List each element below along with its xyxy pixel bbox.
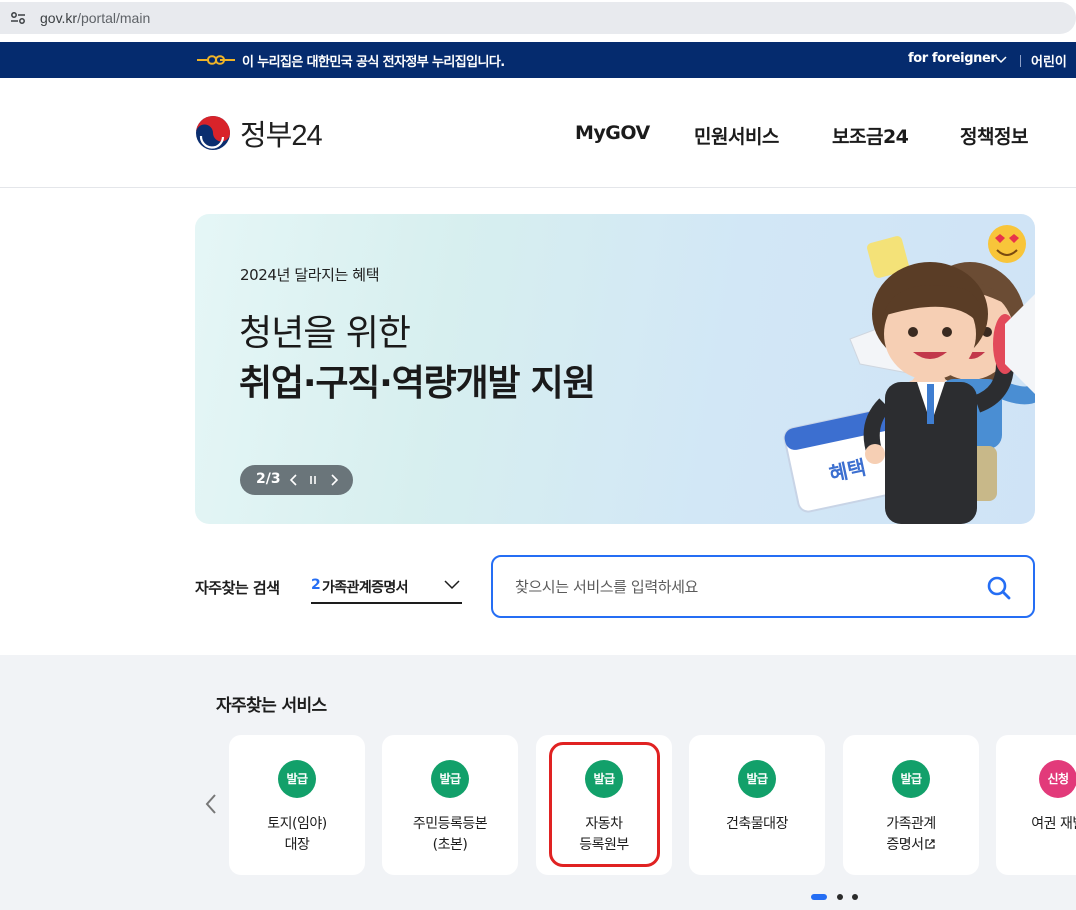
selected-rank: 2 bbox=[311, 577, 321, 593]
url-text: gov.kr/portal/main bbox=[40, 10, 150, 26]
hero-man-illustration bbox=[863, 262, 1035, 524]
issue-badge: 발급 bbox=[431, 760, 469, 798]
gov-symbol-icon bbox=[197, 55, 235, 65]
service-card-vehicle-registration[interactable]: 발급 자동차 등록원부 bbox=[536, 735, 672, 875]
nav-policy-info[interactable]: 정책정보 bbox=[960, 122, 1028, 149]
url-domain: gov.kr bbox=[40, 10, 78, 26]
taegeuk-logo-icon[interactable] bbox=[195, 115, 231, 151]
url-path: /portal/main bbox=[77, 10, 151, 26]
chevron-down-icon[interactable] bbox=[444, 578, 460, 590]
search-icon[interactable] bbox=[986, 575, 1012, 601]
gov-banner-text: 이 누리집은 대한민국 공식 전자정부 누리집입니다. bbox=[242, 55, 505, 70]
service-card-label-line2-wrap: 증명서 bbox=[843, 835, 979, 856]
services-title: 자주찾는 서비스 bbox=[216, 696, 327, 716]
service-card-label: 주민등록등본 (초본) bbox=[382, 814, 518, 856]
service-card-passport-reissue[interactable]: 신청 여권 재발 bbox=[996, 735, 1076, 875]
banner-divider bbox=[1020, 55, 1021, 67]
nav-mygov[interactable]: MyGOV bbox=[575, 122, 650, 144]
service-card-label-line2: 등록원부 bbox=[579, 837, 629, 853]
service-card-label-line1: 토지(임야) bbox=[267, 816, 327, 832]
pause-icon[interactable] bbox=[303, 469, 323, 491]
service-card-family-certificate[interactable]: 발급 가족관계 증명서 bbox=[843, 735, 979, 875]
hero-banner[interactable]: 2024년 달라지는 혜택 청년을 위한 취업·구직·역량개발 지원 2/3 혜… bbox=[195, 214, 1035, 524]
service-card-label: 자동차 등록원부 bbox=[536, 814, 672, 856]
issue-badge: 발급 bbox=[585, 760, 623, 798]
apply-badge: 신청 bbox=[1039, 760, 1076, 798]
logo-text[interactable]: 정부24 bbox=[240, 112, 323, 154]
hero-title-line1: 청년을 위한 bbox=[239, 313, 411, 354]
frequent-search-label: 자주찾는 검색 bbox=[195, 579, 280, 597]
nav-subsidy24[interactable]: 보조금24 bbox=[832, 122, 909, 149]
chevron-left-icon[interactable] bbox=[202, 792, 220, 816]
service-card-label-line1: 여권 재발 bbox=[1031, 816, 1076, 832]
selected-keyword: 가족관계증명서 bbox=[322, 580, 409, 596]
issue-badge: 발급 bbox=[892, 760, 930, 798]
gov-official-banner: 이 누리집은 대한민국 공식 전자정부 누리집입니다. for foreigne… bbox=[0, 42, 1076, 78]
service-card-label-line2: 대장 bbox=[284, 837, 310, 853]
service-card-label-line2: (초본) bbox=[432, 837, 468, 853]
pagination-dot-2[interactable] bbox=[837, 894, 843, 900]
address-bar[interactable]: gov.kr/portal/main bbox=[0, 2, 1076, 34]
service-card-label-line2: 증명서 bbox=[886, 837, 924, 853]
service-card-label-line1: 건축물대장 bbox=[726, 816, 788, 832]
pagination-dot-1[interactable] bbox=[811, 894, 827, 900]
hero-title-line2: 취업·구직·역량개발 지원 bbox=[239, 363, 596, 404]
search-box bbox=[491, 555, 1035, 618]
service-card-label-line1: 자동차 bbox=[585, 816, 623, 832]
service-card-label: 가족관계 증명서 bbox=[843, 814, 979, 856]
service-card-label-line1: 주민등록등본 bbox=[412, 816, 488, 832]
slide-counter: 2/3 bbox=[256, 471, 281, 487]
frequent-search-select[interactable]: 2 가족관계증명서 bbox=[311, 568, 462, 604]
pagination-dot-3[interactable] bbox=[852, 894, 858, 900]
search-input[interactable] bbox=[513, 575, 973, 599]
for-foreigner-link[interactable]: for foreigner bbox=[908, 51, 997, 66]
issue-badge: 발급 bbox=[278, 760, 316, 798]
issue-badge: 발급 bbox=[738, 760, 776, 798]
hero-slider-control: 2/3 bbox=[240, 465, 353, 495]
service-card-label: 여권 재발 bbox=[996, 814, 1076, 835]
next-slide-icon[interactable] bbox=[324, 469, 344, 491]
service-card-building-register[interactable]: 발급 건축물대장 bbox=[689, 735, 825, 875]
browser-bar: gov.kr/portal/main bbox=[0, 0, 1076, 38]
site-header: 정부24 MyGOV 민원서비스 보조금24 정책정보 bbox=[0, 78, 1076, 188]
service-card-label: 토지(임야) 대장 bbox=[229, 814, 365, 856]
service-card-label-line1: 가족관계 bbox=[886, 816, 936, 832]
kids-link[interactable]: 어린이 bbox=[1031, 51, 1067, 70]
service-card-resident-registration[interactable]: 발급 주민등록등본 (초본) bbox=[382, 735, 518, 875]
service-card-land-register[interactable]: 발급 토지(임야) 대장 bbox=[229, 735, 365, 875]
hero-subtitle: 2024년 달라지는 혜택 bbox=[240, 266, 380, 284]
nav-civil-service[interactable]: 민원서비스 bbox=[694, 122, 779, 149]
frequent-services-section: 자주찾는 서비스 발급 토지(임야) 대장 발급 주민등록등본 (초본) 발급 … bbox=[0, 655, 1076, 910]
external-link-icon bbox=[924, 839, 935, 849]
site-info-icon[interactable] bbox=[10, 11, 26, 25]
service-card-label: 건축물대장 bbox=[689, 814, 825, 835]
prev-slide-icon[interactable] bbox=[284, 469, 304, 491]
chevron-down-icon[interactable] bbox=[995, 55, 1007, 65]
